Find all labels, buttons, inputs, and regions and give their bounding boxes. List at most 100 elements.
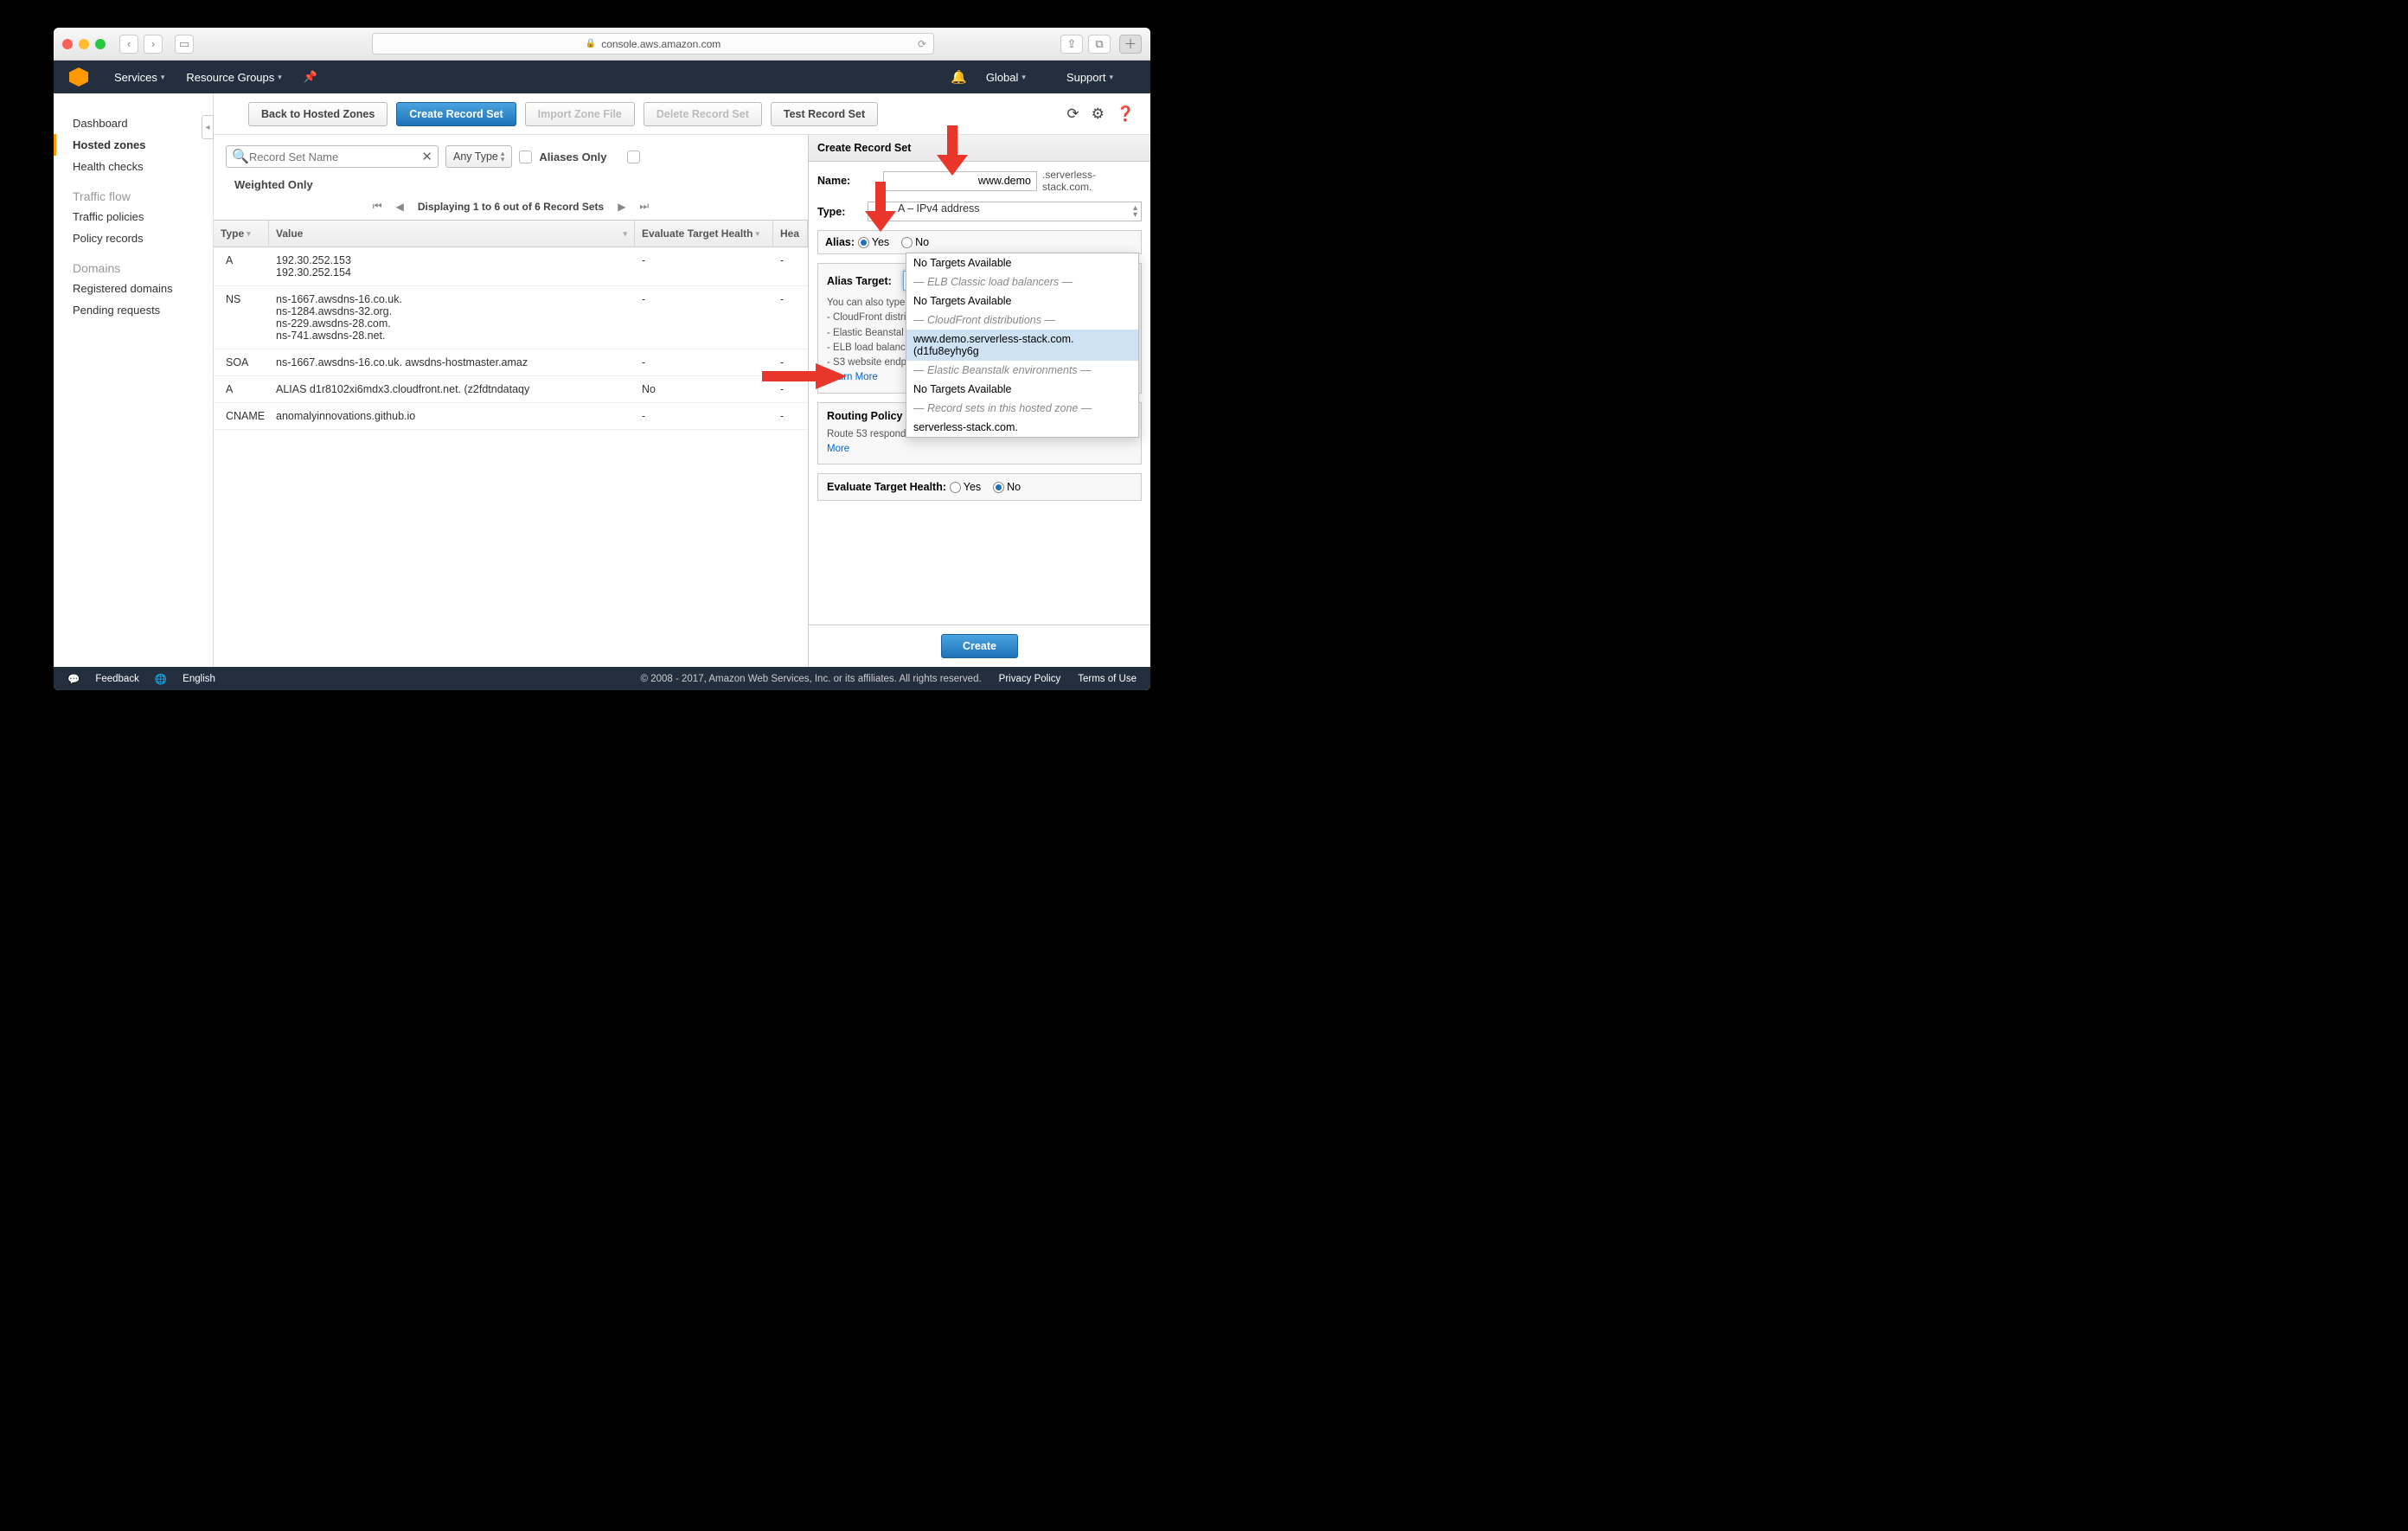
sidebar-toggle-icon[interactable]: ▭ <box>175 35 194 54</box>
sidebar-item-dashboard[interactable]: Dashboard <box>54 112 213 134</box>
type-filter-select[interactable]: Any Type▴▾ <box>445 145 512 168</box>
create-record-set-button[interactable]: Create Record Set <box>396 102 516 126</box>
dropdown-item-selected[interactable]: www.demo.serverless-stack.com. (d1fu8eyh… <box>906 330 1138 361</box>
name-suffix: .serverless-stack.com. <box>1042 169 1142 193</box>
lock-icon: 🔒 <box>586 39 596 48</box>
forward-button[interactable]: › <box>144 35 163 54</box>
table-row[interactable]: CNAMEanomalyinnovations.github.io-- <box>214 403 808 430</box>
import-zone-file-button[interactable]: Import Zone File <box>525 102 635 126</box>
alias-no-radio[interactable] <box>901 237 913 248</box>
sidebar-item-hosted-zones[interactable]: Hosted zones <box>54 134 213 156</box>
col-value[interactable]: Value▾ <box>269 221 635 247</box>
name-input[interactable] <box>883 171 1037 191</box>
weighted-only-checkbox[interactable] <box>627 151 640 163</box>
dropdown-item[interactable]: serverless-stack.com. <box>906 418 1138 437</box>
type-select[interactable]: A – IPv4 address ▴▾ <box>868 202 1142 221</box>
new-tab-button[interactable]: ＋ <box>1119 35 1142 54</box>
alias-yes-label: Yes <box>872 236 889 248</box>
search-field[interactable] <box>249 151 422 163</box>
browser-toolbar: ‹ › ▭ 🔒 console.aws.amazon.com ⟳ ⇪ ⧉ ＋ <box>54 28 1150 61</box>
col-health[interactable]: Hea <box>773 221 808 247</box>
nav-services[interactable]: Services▾ <box>114 71 164 84</box>
close-window-icon[interactable] <box>62 39 73 49</box>
terms-link[interactable]: Terms of Use <box>1078 674 1137 684</box>
table-row[interactable]: AALIAS d1r8102xi6mdx3.cloudfront.net. (z… <box>214 376 808 403</box>
address-bar[interactable]: 🔒 console.aws.amazon.com ⟳ <box>372 33 934 54</box>
tabs-button[interactable]: ⧉ <box>1088 35 1111 54</box>
eth-label: Evaluate Target Health: <box>827 481 946 493</box>
action-bar: Back to Hosted Zones Create Record Set I… <box>214 93 1150 135</box>
eth-no-radio[interactable] <box>993 482 1004 493</box>
alias-label: Alias: <box>825 236 855 248</box>
share-button[interactable]: ⇪ <box>1060 35 1083 54</box>
aws-logo-icon[interactable] <box>69 67 88 86</box>
alias-no-label: No <box>915 236 929 248</box>
col-evaluate-target-health[interactable]: Evaluate Target Health▾ <box>635 221 773 247</box>
name-label: Name: <box>817 175 857 187</box>
sidebar-item-traffic-policies[interactable]: Traffic policies <box>54 206 213 227</box>
traffic-lights <box>62 39 106 49</box>
dropdown-item[interactable]: No Targets Available <box>906 380 1138 399</box>
maximize-window-icon[interactable] <box>95 39 106 49</box>
collapse-sidebar-icon[interactable]: ◂ <box>202 115 214 139</box>
alias-yes-radio[interactable] <box>858 237 869 248</box>
pager-last-icon[interactable]: ⏭ <box>639 200 649 213</box>
back-button[interactable]: ‹ <box>119 35 138 54</box>
dropdown-item[interactable]: No Targets Available <box>906 253 1138 272</box>
sidebar-item-pending-requests[interactable]: Pending requests <box>54 299 213 321</box>
routing-more-link[interactable]: More <box>827 442 1132 457</box>
nav-resource-groups[interactable]: Resource Groups▾ <box>186 71 281 84</box>
col-type[interactable]: Type▾ <box>214 221 269 247</box>
table-row[interactable]: SOAns-1667.awsdns-16.co.uk. awsdns-hostm… <box>214 349 808 376</box>
routing-hint: Route 53 responds <box>827 429 911 439</box>
clear-search-icon[interactable]: ✕ <box>421 149 432 164</box>
sidebar-item-registered-domains[interactable]: Registered domains <box>54 278 213 299</box>
language-link[interactable]: English <box>183 674 215 684</box>
footer: 💬 Feedback 🌐 English © 2008 - 2017, Amaz… <box>54 667 1150 690</box>
help-icon[interactable]: ❓ <box>1117 106 1135 123</box>
pager-prev-icon[interactable]: ◀ <box>396 201 404 213</box>
globe-icon: 🌐 <box>155 673 167 685</box>
refresh-icon[interactable]: ⟳ <box>1066 106 1079 123</box>
minimize-window-icon[interactable] <box>79 39 89 49</box>
nav-region[interactable]: Global▾ <box>986 71 1026 84</box>
dropdown-item[interactable]: No Targets Available <box>906 291 1138 311</box>
create-record-panel: Create Record Set Name: .serverless-stac… <box>808 135 1150 667</box>
pager-next-icon[interactable]: ▶ <box>618 201 625 213</box>
url-text: console.aws.amazon.com <box>601 38 720 50</box>
eth-yes-radio[interactable] <box>950 482 961 493</box>
record-set-table: Type▾ Value▾ Evaluate Target Health▾ Hea… <box>214 220 808 430</box>
test-record-set-button[interactable]: Test Record Set <box>771 102 878 126</box>
eth-yes-label: Yes <box>964 481 981 493</box>
pin-icon[interactable]: 📌 <box>304 70 317 84</box>
browser-window: ‹ › ▭ 🔒 console.aws.amazon.com ⟳ ⇪ ⧉ ＋ S… <box>54 28 1150 690</box>
back-to-zones-button[interactable]: Back to Hosted Zones <box>248 102 387 126</box>
copyright-text: © 2008 - 2017, Amazon Web Services, Inc.… <box>641 674 982 684</box>
pager-first-icon[interactable]: ⏮ <box>373 200 382 213</box>
reload-icon[interactable]: ⟳ <box>918 38 926 50</box>
record-set-table-pane: 🔍 ✕ Any Type▴▾ Aliases Only Weighted Onl… <box>214 135 808 667</box>
feedback-icon[interactable]: 💬 <box>67 673 80 685</box>
sidebar-item-health-checks[interactable]: Health checks <box>54 156 213 177</box>
weighted-only-label: Weighted Only <box>214 171 808 196</box>
delete-record-set-button[interactable]: Delete Record Set <box>644 102 762 126</box>
notifications-icon[interactable]: 🔔 <box>951 69 967 85</box>
feedback-link[interactable]: Feedback <box>95 674 139 684</box>
alias-target-dropdown[interactable]: No Targets Available — ELB Classic load … <box>906 253 1139 438</box>
create-button[interactable]: Create <box>941 634 1018 658</box>
sidebar-item-policy-records[interactable]: Policy records <box>54 227 213 249</box>
nav-support[interactable]: Support▾ <box>1066 71 1113 84</box>
sidebar-section-domains: Domains <box>54 249 213 278</box>
table-row[interactable]: A192.30.252.153 192.30.252.154-- <box>214 247 808 286</box>
type-label: Type: <box>817 206 857 218</box>
sidebar-section-traffic-flow: Traffic flow <box>54 177 213 206</box>
search-input[interactable]: 🔍 ✕ <box>226 145 439 168</box>
dropdown-group: — Elastic Beanstalk environments — <box>906 361 1138 380</box>
settings-gear-icon[interactable]: ⚙ <box>1092 106 1105 123</box>
aliases-only-checkbox[interactable] <box>519 151 532 163</box>
table-row[interactable]: NSns-1667.awsdns-16.co.uk. ns-1284.awsdn… <box>214 286 808 349</box>
evaluate-target-health-group: Evaluate Target Health: Yes No <box>817 473 1142 501</box>
privacy-link[interactable]: Privacy Policy <box>999 674 1061 684</box>
dropdown-group: — ELB Classic load balancers — <box>906 272 1138 291</box>
learn-more-link[interactable]: Learn More <box>827 372 878 382</box>
